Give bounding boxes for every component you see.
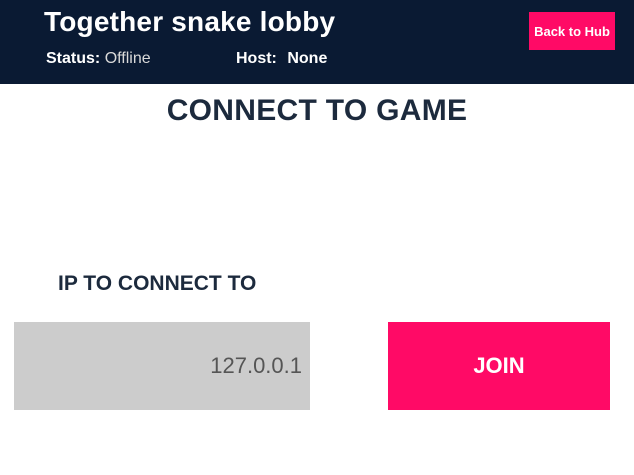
host-label: Host: — [236, 50, 277, 67]
back-to-hub-button[interactable]: Back to Hub — [529, 12, 615, 50]
ip-input[interactable] — [14, 322, 310, 410]
join-button[interactable]: JOIN — [388, 322, 610, 410]
ip-field-label: IP TO CONNECT TO — [58, 272, 257, 295]
status-label: Status: — [46, 50, 101, 67]
host-value: None — [287, 50, 328, 67]
status-value: Offline — [104, 50, 151, 67]
header-bar: Together snake lobby Status: Offline Hos… — [0, 0, 634, 84]
host-indicator: Host: None — [236, 50, 327, 68]
page-title: CONNECT TO GAME — [166, 94, 468, 127]
status-indicator: Status: Offline — [46, 50, 151, 68]
lobby-title: Together snake lobby — [44, 6, 336, 37]
